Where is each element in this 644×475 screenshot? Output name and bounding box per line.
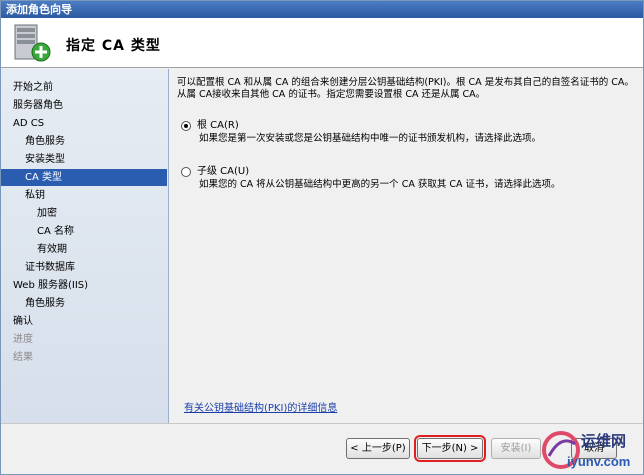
pki-more-info-link[interactable]: 有关公钥基础结构(PKI)的详细信息 xyxy=(184,399,337,414)
step-iis-role-services[interactable]: 角色服务 xyxy=(25,295,65,312)
watermark-brand: 运维网 xyxy=(581,433,627,450)
step-ca-type[interactable]: CA 类型 xyxy=(1,169,167,186)
subordinate-ca-description: 如果您的 CA 将从公钥基础结构中更高的另一个 CA 获取其 CA 证书，请选择… xyxy=(199,179,561,190)
watermark-site: iyunv.com xyxy=(567,454,631,469)
back-button[interactable]: < 上一步(P) xyxy=(346,438,410,459)
wizard-content: 可以配置根 CA 和从属 CA 的组合来创建分层公钥基础结构(PKI)。根 CA… xyxy=(170,69,643,423)
step-role-services[interactable]: 角色服务 xyxy=(25,133,65,150)
step-ca-name[interactable]: CA 名称 xyxy=(37,223,74,240)
root-ca-radio[interactable] xyxy=(181,120,191,131)
step-certificate-database[interactable]: 证书数据库 xyxy=(25,259,75,276)
step-before-you-begin[interactable]: 开始之前 xyxy=(13,79,53,96)
step-web-server[interactable]: Web 服务器(IIS) xyxy=(13,277,88,294)
step-progress: 进度 xyxy=(13,334,33,345)
step-cryptography[interactable]: 加密 xyxy=(37,205,57,222)
window-title: 添加角色向导 xyxy=(1,1,643,18)
subordinate-ca-label[interactable]: 子级 CA(U) xyxy=(197,165,249,178)
wizard-header: 指定 CA 类型 xyxy=(1,18,643,68)
next-button[interactable]: 下一步(N) > xyxy=(414,435,486,462)
page-title: 指定 CA 类型 xyxy=(66,38,161,54)
step-setup-type[interactable]: 安装类型 xyxy=(25,151,65,168)
wizard-steps: 开始之前 服务器角色 AD CS 角色服务 安装类型 CA 类型 私钥 加密 C… xyxy=(1,69,169,423)
option-subordinate-ca[interactable]: 子级 CA(U) xyxy=(181,165,249,178)
step-private-key[interactable]: 私钥 xyxy=(25,187,45,204)
root-ca-label[interactable]: 根 CA(R) xyxy=(197,119,239,132)
root-ca-description: 如果您是第一次安装或您是公钥基础结构中唯一的证书颁发机构，请选择此选项。 xyxy=(199,133,542,144)
step-validity-period[interactable]: 有效期 xyxy=(37,241,67,258)
step-server-roles[interactable]: 服务器角色 xyxy=(13,97,63,114)
step-results: 结果 xyxy=(13,352,33,363)
site-watermark: 运维网 iyunv.com xyxy=(539,426,643,474)
option-root-ca[interactable]: 根 CA(R) xyxy=(181,119,239,132)
server-add-icon xyxy=(14,24,51,62)
step-confirmation[interactable]: 确认 xyxy=(13,313,33,330)
install-button: 安装(I) xyxy=(491,438,541,459)
step-ad-cs[interactable]: AD CS xyxy=(13,115,44,132)
wizard-window: 添加角色向导 指定 CA 类型 开始之前 服务器角色 AD CS 角色服务 安装… xyxy=(0,0,644,475)
intro-text: 可以配置根 CA 和从属 CA 的组合来创建分层公钥基础结构(PKI)。根 CA… xyxy=(177,77,634,100)
subordinate-ca-radio[interactable] xyxy=(181,166,191,177)
